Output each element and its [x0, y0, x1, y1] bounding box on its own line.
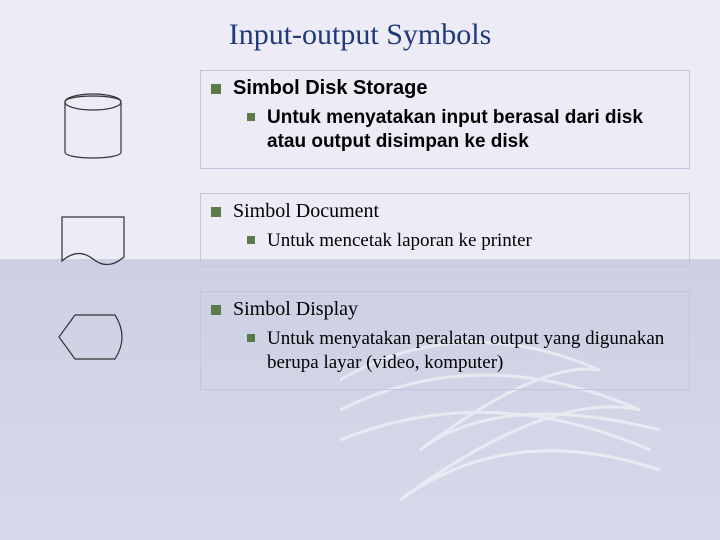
- item-heading: Simbol Display: [233, 298, 358, 321]
- item-text-block: Simbol Document Untuk mencetak laporan k…: [200, 193, 690, 268]
- disk-storage-symbol: [48, 88, 138, 166]
- bullet-icon: [211, 84, 221, 94]
- slide-title: Input-output Symbols: [0, 0, 720, 52]
- bullet-icon: [247, 334, 255, 342]
- bullet-icon: [211, 207, 221, 217]
- item-text-block: Simbol Disk Storage Untuk menyatakan inp…: [200, 70, 690, 169]
- bullet-icon: [211, 305, 221, 315]
- item-description: Untuk mencetak laporan ke printer: [267, 229, 679, 253]
- item-display: Simbol Display Untuk menyatakan peralata…: [0, 291, 720, 390]
- document-symbol: [48, 211, 138, 273]
- display-symbol: [48, 309, 138, 365]
- item-text-block: Simbol Display Untuk menyatakan peralata…: [200, 291, 690, 390]
- bullet-icon: [247, 236, 255, 244]
- item-document: Simbol Document Untuk mencetak laporan k…: [0, 193, 720, 268]
- item-description: Untuk menyatakan input berasal dari disk…: [267, 106, 679, 154]
- item-description: Untuk menyatakan peralatan output yang d…: [267, 327, 679, 375]
- bullet-icon: [247, 113, 255, 121]
- item-heading: Simbol Document: [233, 200, 379, 223]
- item-disk-storage: Simbol Disk Storage Untuk menyatakan inp…: [0, 70, 720, 169]
- content-area: Simbol Disk Storage Untuk menyatakan inp…: [0, 70, 720, 414]
- item-heading: Simbol Disk Storage: [233, 77, 428, 100]
